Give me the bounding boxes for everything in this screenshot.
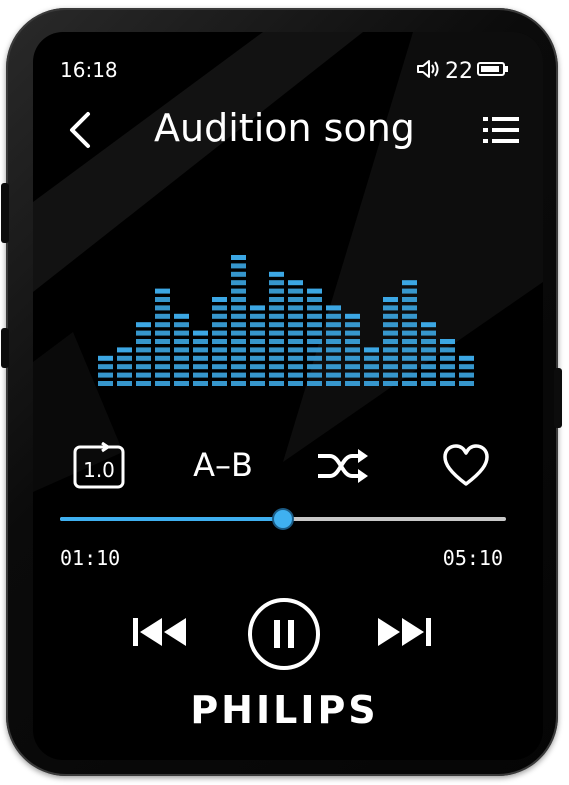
progress-knob[interactable]	[274, 510, 292, 528]
song-title: Audition song	[154, 106, 415, 150]
speaker-icon	[415, 58, 441, 84]
equalizer-visualizer	[98, 255, 474, 386]
visualizer-bar	[459, 355, 474, 386]
visualizer-bar	[383, 297, 398, 386]
playlist-icon[interactable]	[483, 114, 519, 150]
side-button-upper[interactable]	[1, 183, 9, 243]
side-button-right[interactable]	[554, 368, 562, 428]
pause-icon	[248, 598, 320, 670]
visualizer-bar	[193, 330, 208, 386]
progress-fill	[60, 517, 283, 521]
visualizer-bar	[364, 347, 379, 386]
visualizer-bar	[345, 313, 360, 386]
visualizer-bar	[307, 288, 322, 386]
playback-speed-label: 1.0	[83, 458, 115, 482]
visualizer-bar	[421, 322, 436, 386]
visualizer-bar	[402, 280, 417, 386]
progress-bar[interactable]	[60, 510, 506, 528]
transport-controls	[0, 596, 569, 672]
visualizer-bar	[98, 355, 113, 386]
heart-icon[interactable]	[440, 442, 492, 490]
status-right: 22	[415, 58, 509, 84]
shuffle-icon[interactable]	[316, 444, 372, 488]
visualizer-bar	[269, 271, 284, 386]
visualizer-bar	[440, 339, 455, 386]
status-bar: 16:18 22	[32, 58, 537, 84]
visualizer-bar	[212, 297, 227, 386]
side-button-lower[interactable]	[1, 328, 9, 368]
visualizer-bar	[117, 347, 132, 386]
volume-level: 22	[445, 58, 473, 84]
previous-track-icon[interactable]	[130, 614, 188, 654]
visualizer-bar	[250, 305, 265, 386]
visualizer-bar	[326, 305, 341, 386]
battery-icon	[477, 61, 509, 81]
current-time: 01:10	[60, 546, 121, 570]
ab-repeat-button[interactable]: A–B	[188, 442, 258, 488]
brand-logo: PHILIPS	[190, 688, 379, 732]
total-time: 05:10	[442, 546, 503, 570]
visualizer-bar	[136, 322, 151, 386]
visualizer-bar	[155, 288, 170, 386]
header: Audition song	[32, 104, 537, 154]
clock-time: 16:18	[60, 58, 118, 82]
playback-speed-button[interactable]: 1.0	[72, 442, 126, 490]
pause-button[interactable]	[246, 596, 322, 676]
mode-controls: 1.0 A–B	[32, 436, 537, 492]
visualizer-bar	[288, 280, 303, 386]
next-track-icon[interactable]	[376, 614, 434, 654]
visualizer-bar	[231, 255, 246, 386]
visualizer-bar	[174, 313, 189, 386]
